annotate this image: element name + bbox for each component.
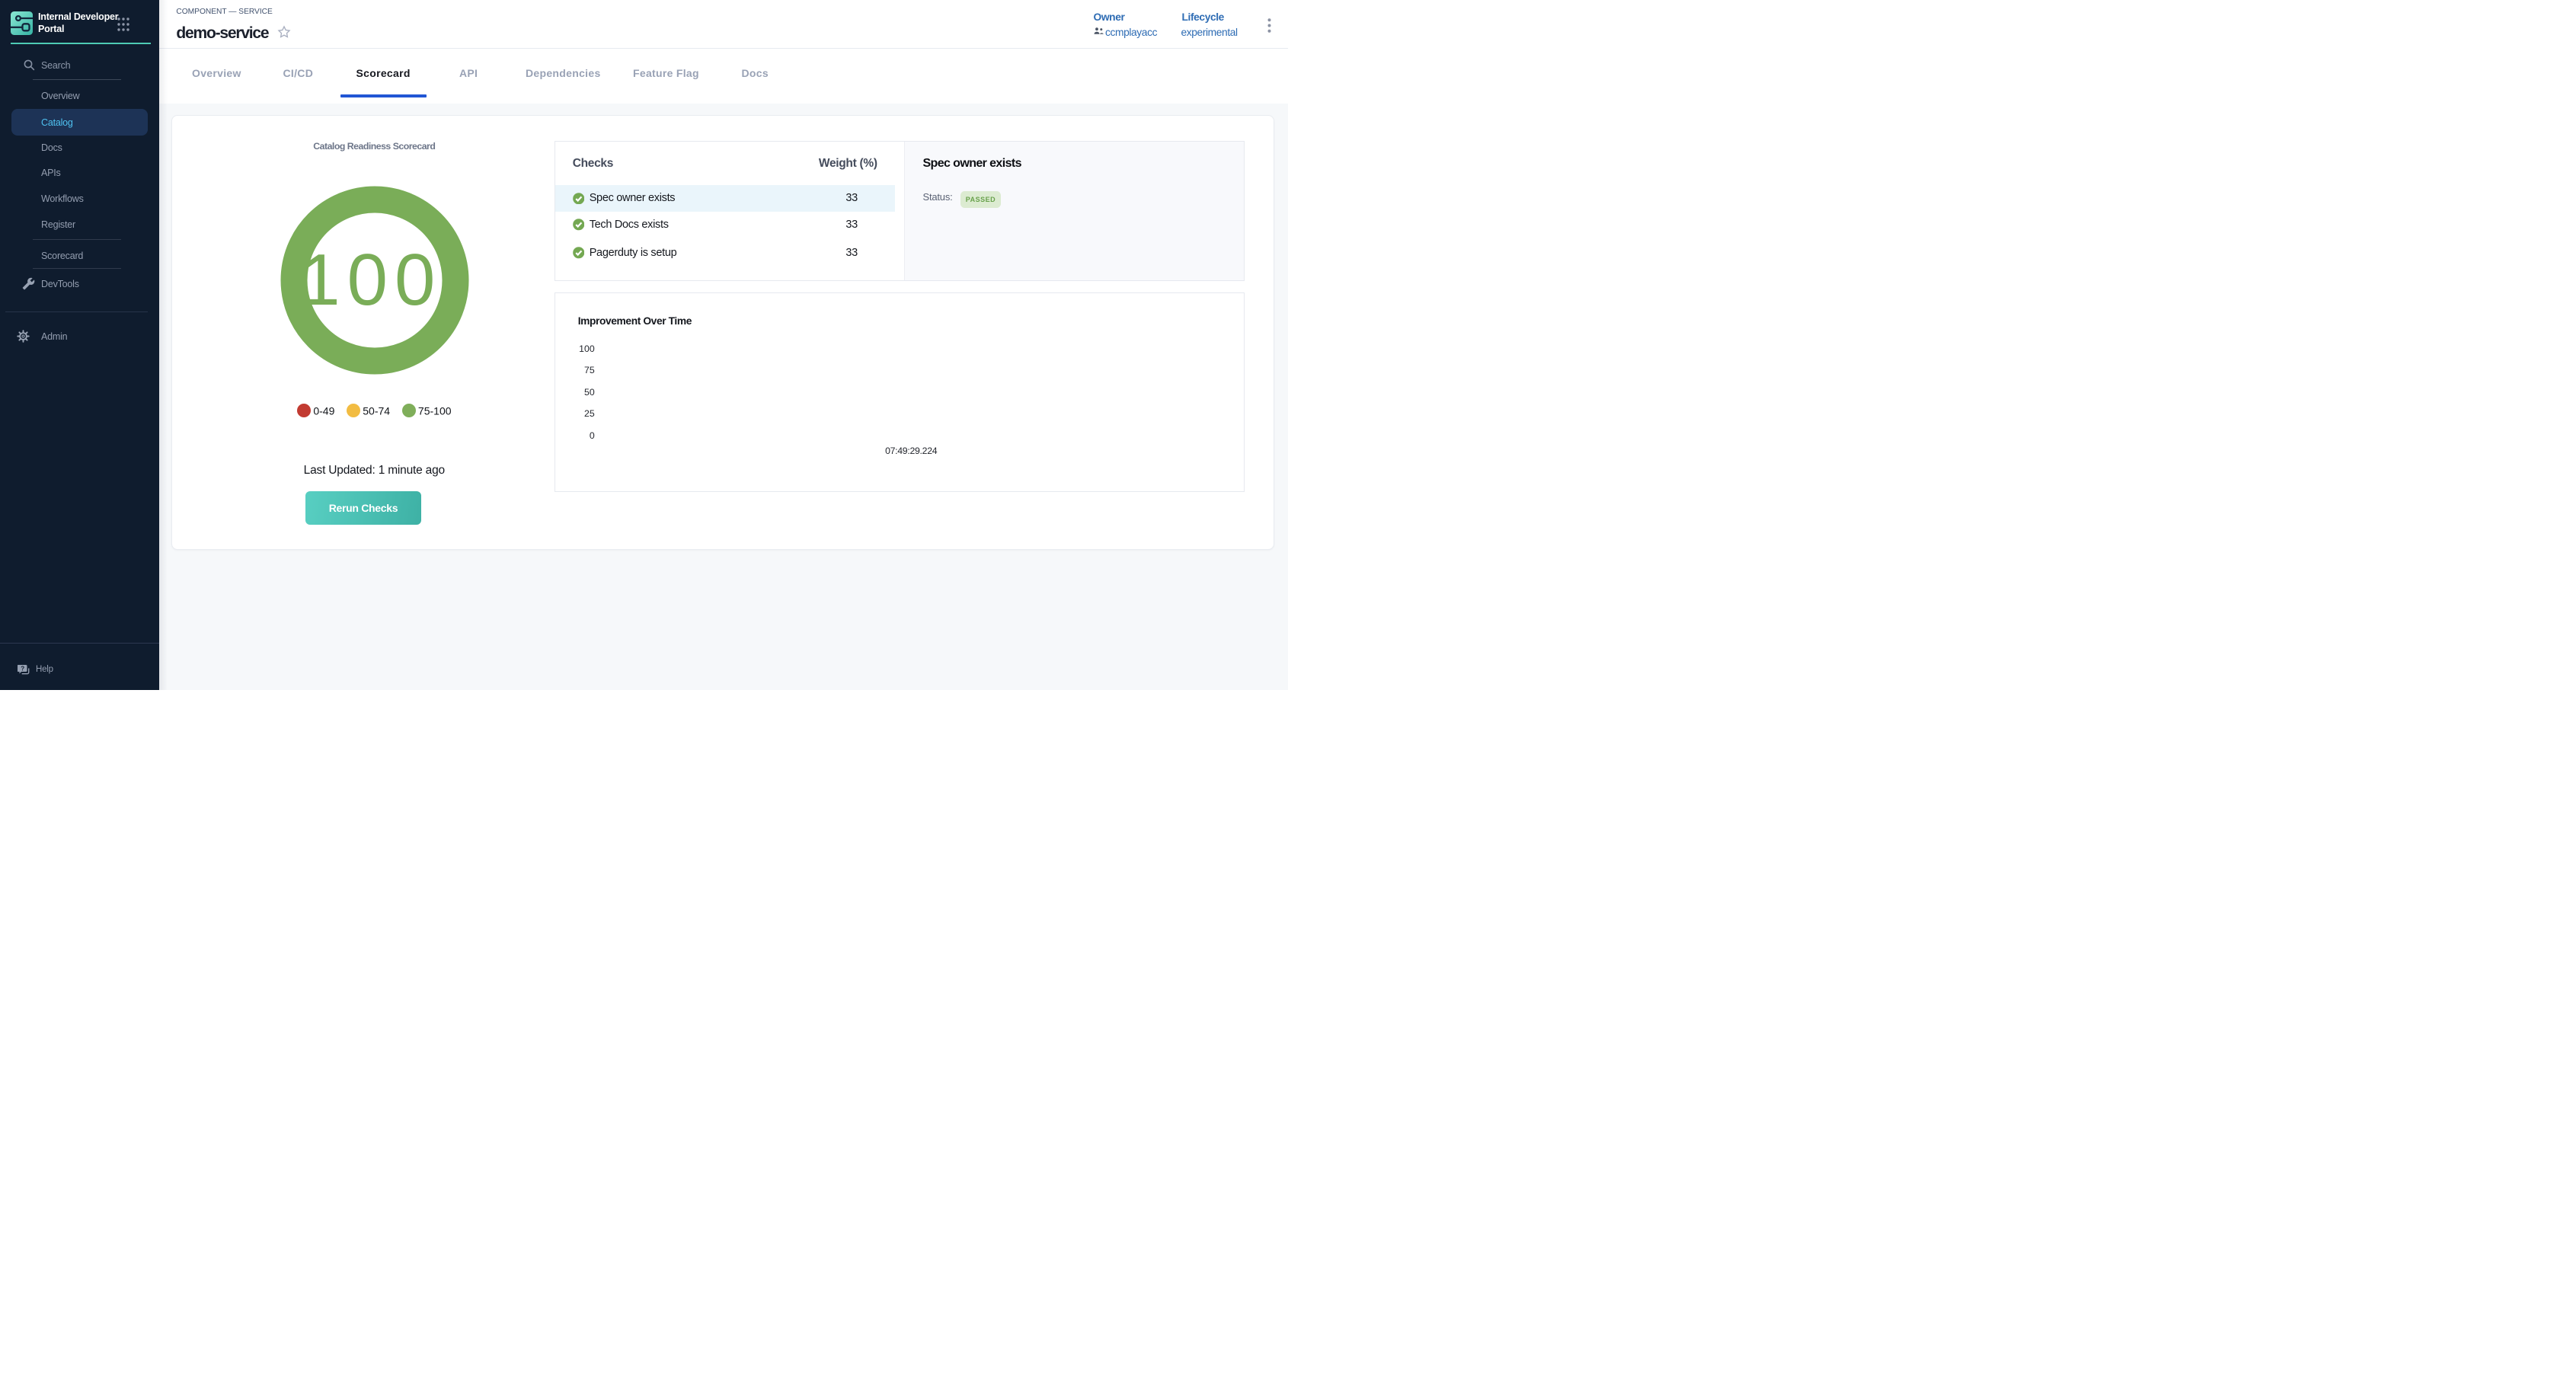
svg-text:?: ? (21, 666, 24, 672)
